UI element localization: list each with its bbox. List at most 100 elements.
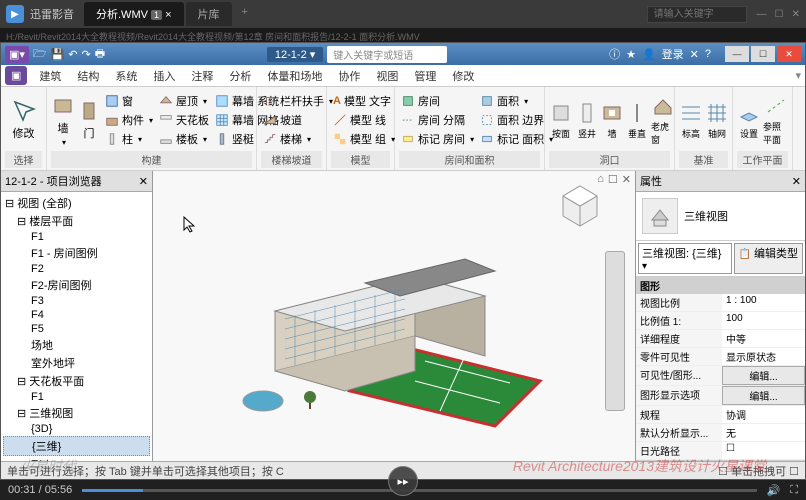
- by-face-button[interactable]: 按面: [549, 89, 573, 151]
- properties-grid[interactable]: 图形视图比例1 : 100比例值 1:100详细程度中等零件可见性显示原状态可见…: [636, 277, 805, 461]
- player-tab-library[interactable]: 片库: [186, 2, 232, 26]
- tree-item[interactable]: ⊟ 三维视图: [3, 404, 150, 422]
- prop-row[interactable]: 比例值 1:100: [636, 312, 805, 330]
- grid-button[interactable]: 轴网: [705, 89, 729, 151]
- room-button[interactable]: 房间: [399, 92, 476, 110]
- level-button[interactable]: 标高: [679, 89, 703, 151]
- wall-opening-button[interactable]: 墙: [601, 89, 623, 151]
- browser-header[interactable]: 12-1-2 - 项目浏览器✕: [1, 171, 152, 192]
- prop-category[interactable]: 图形: [636, 277, 805, 294]
- properties-header[interactable]: 属性✕: [636, 171, 805, 192]
- model-group-button[interactable]: 模型 组▾: [331, 130, 397, 148]
- qat-redo-icon[interactable]: ↷: [81, 48, 90, 61]
- area-boundary-button[interactable]: 面积 边界: [478, 111, 555, 129]
- document-selector[interactable]: 12-1-2 ▾: [267, 47, 323, 62]
- tree-item[interactable]: ⊟ 天花板平面: [3, 372, 150, 390]
- railing-button[interactable]: 栏杆扶手▾: [261, 92, 335, 110]
- tree-item[interactable]: {三维}: [3, 436, 150, 456]
- help-search-input[interactable]: 键入关键字或短语: [327, 46, 447, 63]
- tree-item[interactable]: F1 - 房间图例: [3, 244, 150, 262]
- window-button[interactable]: 窗: [103, 92, 155, 110]
- exchange-icon[interactable]: ✕: [690, 48, 699, 61]
- tree-item[interactable]: F1: [3, 230, 150, 244]
- qat-print-icon[interactable]: 🖶: [95, 45, 105, 64]
- maximize-icon[interactable]: ☐: [775, 9, 784, 20]
- prop-row[interactable]: 规程协调: [636, 406, 805, 424]
- app-maximize-button[interactable]: ☐: [751, 46, 775, 62]
- component-button[interactable]: 构件▾: [103, 111, 155, 129]
- prop-row[interactable]: 可见性/图形...编辑...: [636, 366, 805, 386]
- tree-item[interactable]: 场地: [3, 336, 150, 354]
- stair-button[interactable]: 楼梯▾: [261, 130, 335, 148]
- column-button[interactable]: 柱▾: [103, 130, 155, 148]
- ribbon-collapse-icon[interactable]: ▾: [795, 69, 801, 82]
- user-icon[interactable]: 👤: [642, 48, 656, 61]
- instance-selector[interactable]: 三维视图: {三维} ▾: [638, 243, 732, 274]
- dormer-button[interactable]: 老虎窗: [651, 89, 675, 151]
- edit-type-button[interactable]: 📋 编辑类型: [734, 243, 803, 274]
- player-search-input[interactable]: [647, 6, 747, 23]
- ribbon-tab-massing[interactable]: 体量和场地: [259, 65, 330, 87]
- ramp-button[interactable]: 坡道: [261, 111, 335, 129]
- ribbon-tab-modify[interactable]: 修改: [444, 65, 482, 87]
- star-icon[interactable]: ★: [626, 48, 636, 61]
- ribbon-tab-architecture[interactable]: 建筑: [31, 65, 69, 87]
- view-max-icon[interactable]: ☐: [608, 173, 618, 186]
- prop-row[interactable]: 详细程度中等: [636, 330, 805, 348]
- vertical-button[interactable]: 垂直: [625, 89, 649, 151]
- qat-save-icon[interactable]: 💾: [51, 48, 65, 61]
- tree-item[interactable]: F2: [3, 262, 150, 276]
- tree-item[interactable]: ⊟ 楼层平面: [3, 212, 150, 230]
- ribbon-tab-collaborate[interactable]: 协作: [330, 65, 368, 87]
- tree-item[interactable]: {3D}: [3, 422, 150, 436]
- modify-button[interactable]: 修改: [5, 89, 42, 151]
- volume-icon[interactable]: 🔊: [767, 484, 781, 497]
- ribbon-tab-home[interactable]: ▣: [5, 66, 27, 85]
- browser-tree[interactable]: ⊟ 视图 (全部)⊟ 楼层平面F1F1 - 房间图例F2F2-房间图例F3F4F…: [1, 192, 152, 461]
- prop-row[interactable]: 默认分析显示...无: [636, 424, 805, 442]
- tree-item[interactable]: F1: [3, 390, 150, 404]
- view-close-icon[interactable]: ✕: [622, 173, 631, 186]
- room-separator-button[interactable]: 房间 分隔: [399, 111, 476, 129]
- tree-item[interactable]: F5: [3, 322, 150, 336]
- wall-button[interactable]: 墙▾: [51, 89, 75, 151]
- set-workplane-button[interactable]: 设置: [737, 89, 761, 151]
- prop-row[interactable]: 零件可见性显示原状态: [636, 348, 805, 366]
- app-minimize-button[interactable]: —: [725, 46, 749, 62]
- info-icon[interactable]: ⓘ: [609, 46, 620, 62]
- tree-item[interactable]: F4: [3, 308, 150, 322]
- tree-item[interactable]: 室外地坪: [3, 354, 150, 372]
- qat-open-icon[interactable]: 🗁: [33, 45, 47, 64]
- play-button[interactable]: ▸▸: [388, 466, 418, 496]
- minimize-icon[interactable]: —: [757, 9, 767, 20]
- tag-room-button[interactable]: 标记 房间▾: [399, 130, 476, 148]
- prop-row[interactable]: 图形显示选项编辑...: [636, 386, 805, 406]
- ribbon-tab-manage[interactable]: 管理: [406, 65, 444, 87]
- tree-item[interactable]: F3: [3, 294, 150, 308]
- properties-close-icon[interactable]: ✕: [792, 175, 801, 188]
- ribbon-tab-structure[interactable]: 结构: [69, 65, 107, 87]
- roof-button[interactable]: 屋顶▾: [157, 92, 211, 110]
- ribbon-tab-annotate[interactable]: 注释: [183, 65, 221, 87]
- app-close-button[interactable]: ✕: [777, 46, 801, 62]
- fullscreen-icon[interactable]: ⛶: [790, 484, 798, 497]
- qat-undo-icon[interactable]: ↶: [68, 48, 77, 61]
- ribbon-tab-view[interactable]: 视图: [368, 65, 406, 87]
- tag-area-button[interactable]: 标记 面积▾: [478, 130, 555, 148]
- ribbon-tab-analyze[interactable]: 分析: [221, 65, 259, 87]
- ref-plane-button[interactable]: 参照 平面: [763, 89, 788, 151]
- viewcube[interactable]: [555, 181, 605, 231]
- viewport[interactable]: ⌂ ☐ ✕: [153, 171, 635, 461]
- ceiling-button[interactable]: 天花板: [157, 111, 211, 129]
- prop-row[interactable]: 视图比例1 : 100: [636, 294, 805, 312]
- help-icon[interactable]: ?: [705, 48, 711, 60]
- floor-button[interactable]: 楼板▾: [157, 130, 211, 148]
- model-line-button[interactable]: 模型 线: [331, 111, 397, 129]
- close-icon[interactable]: ✕: [792, 9, 800, 20]
- ribbon-tab-insert[interactable]: 插入: [145, 65, 183, 87]
- shaft-button[interactable]: 竖井: [575, 89, 599, 151]
- model-text-button[interactable]: A模型 文字: [331, 92, 397, 110]
- tree-item[interactable]: F2-房间图例: [3, 276, 150, 294]
- ribbon-tab-systems[interactable]: 系统: [107, 65, 145, 87]
- area-button[interactable]: 面积▾: [478, 92, 555, 110]
